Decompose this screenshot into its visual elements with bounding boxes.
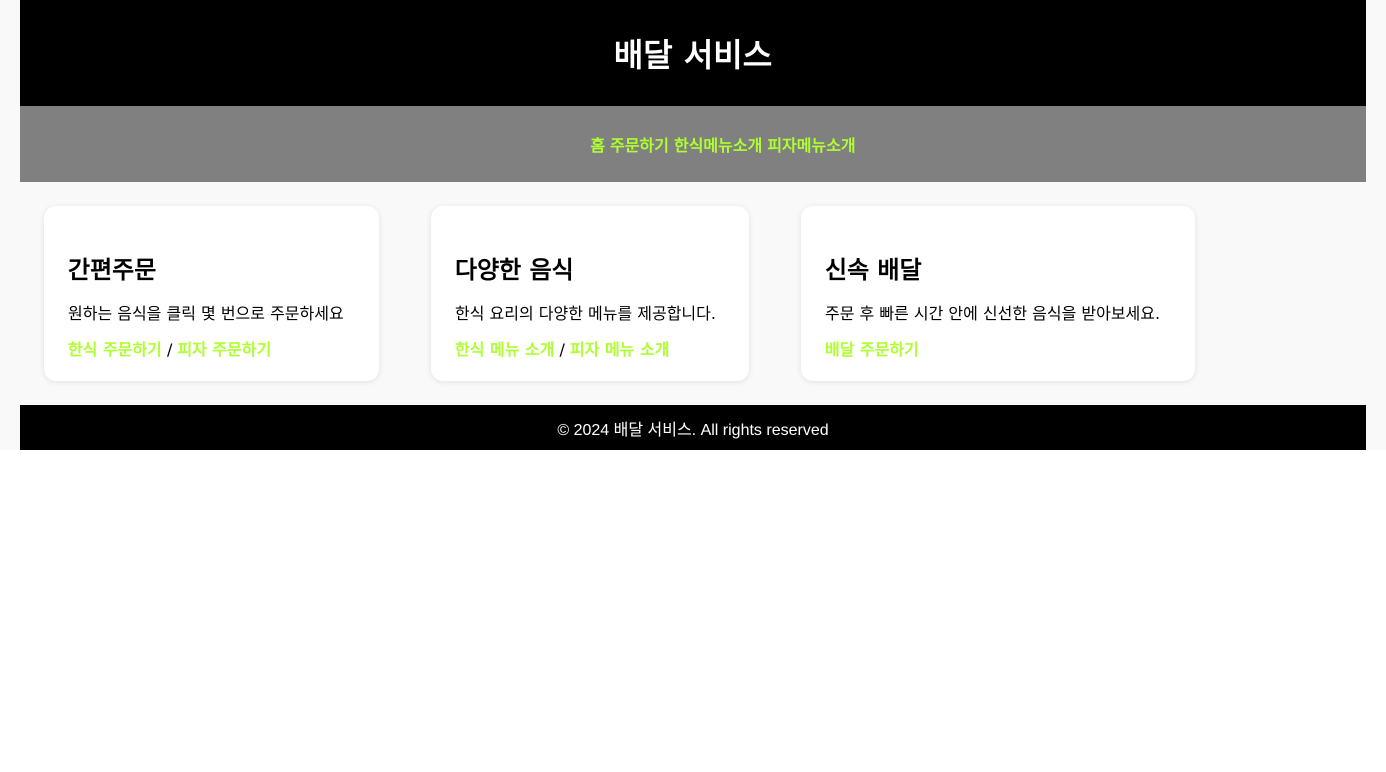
- card-links: 한식 주문하기 / 피자 주문하기: [68, 336, 271, 360]
- footer-copyright: © 2024 배달 서비스. All rights reserved: [557, 421, 829, 439]
- nav-item-korean-menu: 한식메뉴소개: [674, 132, 762, 156]
- site-footer: © 2024 배달 서비스. All rights reserved: [20, 405, 1366, 450]
- page: 배달 서비스 홈 주문하기 한식메뉴소개 피자메뉴소개 간편주문 원하는 음식을…: [0, 0, 1386, 772]
- card-links: 배달 주문하기: [825, 336, 919, 360]
- card-links: 한식 메뉴 소개 / 피자 메뉴 소개: [455, 336, 670, 360]
- nav-list: 홈 주문하기 한식메뉴소개 피자메뉴소개: [530, 132, 855, 156]
- nav-link-pizza-menu[interactable]: 피자메뉴소개: [767, 136, 855, 155]
- korean-menu-link[interactable]: 한식 메뉴 소개: [455, 340, 554, 359]
- nav-link-korean-menu[interactable]: 한식메뉴소개: [674, 136, 762, 155]
- delivery-order-link[interactable]: 배달 주문하기: [825, 340, 919, 359]
- card-various-food: 다양한 음식 한식 요리의 다양한 메뉴를 제공합니다. 한식 메뉴 소개 / …: [431, 206, 749, 381]
- korean-order-link[interactable]: 한식 주문하기: [68, 340, 162, 359]
- card-title: 다양한 음식: [455, 256, 574, 284]
- nav-item-order: 주문하기: [610, 132, 669, 156]
- link-separator: /: [161, 340, 178, 359]
- pizza-order-link[interactable]: 피자 주문하기: [177, 340, 271, 359]
- nav-link-home[interactable]: 홈: [590, 136, 605, 155]
- site-title: 배달 서비스: [613, 36, 773, 74]
- nav-link-order[interactable]: 주문하기: [610, 136, 669, 155]
- card-title: 간편주문: [68, 256, 157, 284]
- pizza-menu-link[interactable]: 피자 메뉴 소개: [570, 340, 669, 359]
- site-header: 배달 서비스: [20, 0, 1366, 106]
- card-description: 원하는 음식을 클릭 몇 번으로 주문하세요: [68, 304, 344, 323]
- card-easy-order: 간편주문 원하는 음식을 클릭 몇 번으로 주문하세요 한식 주문하기 / 피자…: [44, 206, 379, 381]
- card-description: 주문 후 빠른 시간 안에 신선한 음식을 받아보세요.: [825, 304, 1161, 323]
- card-title: 신속 배달: [825, 256, 922, 284]
- nav-item-home: 홈: [590, 132, 605, 156]
- card-fast-delivery: 신속 배달 주문 후 빠른 시간 안에 신선한 음식을 받아보세요. 배달 주문…: [801, 206, 1195, 381]
- nav-item-pizza-menu: 피자메뉴소개: [767, 132, 855, 156]
- page-wrapper: 배달 서비스 홈 주문하기 한식메뉴소개 피자메뉴소개 간편주문 원하는 음식을…: [0, 0, 1386, 450]
- main-nav: 홈 주문하기 한식메뉴소개 피자메뉴소개: [20, 106, 1366, 182]
- link-separator: /: [554, 340, 571, 359]
- card-description: 한식 요리의 다양한 메뉴를 제공합니다.: [455, 304, 716, 323]
